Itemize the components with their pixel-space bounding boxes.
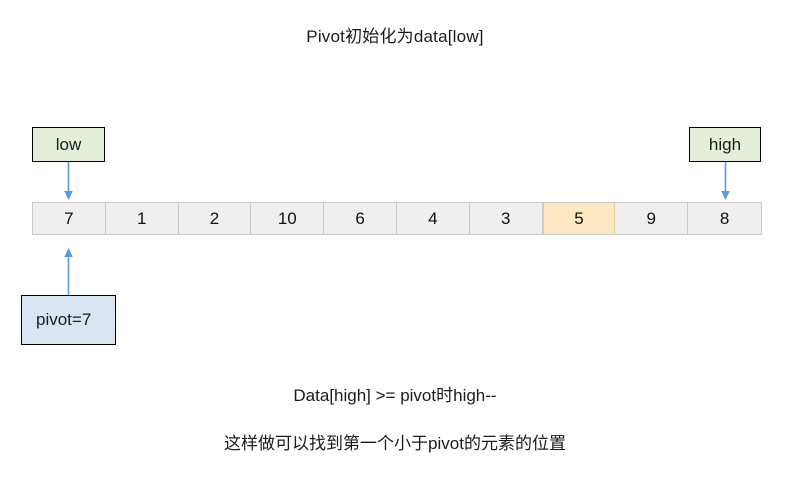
caption-explanation: 这样做可以找到第一个小于pivot的元素的位置 — [224, 434, 566, 453]
array-cell-value: 1 — [136, 208, 147, 228]
array-cell-value: 5 — [574, 208, 584, 228]
array-cell-value: 6 — [355, 208, 365, 228]
low-down-arrow-icon — [62, 162, 75, 202]
array-cell[interactable]: 9 — [615, 203, 689, 234]
diagram-canvas: Pivot初始化为data[low] low high 7 1 2 10 6 4… — [0, 0, 790, 500]
array-cell[interactable]: 1 — [105, 203, 179, 234]
array-cell[interactable]: 8 — [688, 203, 761, 234]
array-cell[interactable]: 3 — [469, 203, 543, 234]
array-cell-value: 7 — [64, 208, 74, 228]
high-down-arrow-icon — [719, 162, 732, 202]
pivot-value-box: pivot=7 — [21, 295, 116, 345]
low-pointer-box: low — [32, 127, 105, 162]
array-cell-highlighted[interactable]: 5 — [542, 203, 616, 234]
array-cell[interactable]: 4 — [396, 203, 470, 234]
diagram-title: Pivot初始化为data[low] — [306, 27, 484, 46]
array-cell-value: 4 — [428, 208, 438, 228]
low-pointer-label: low — [55, 134, 82, 154]
high-pointer-box: high — [689, 127, 761, 162]
array-cell[interactable]: 7 — [33, 203, 106, 234]
high-pointer-label: high — [708, 134, 742, 154]
caption-condition: Data[high] >= pivot时high-- — [293, 386, 497, 405]
array-cell-value: 10 — [277, 208, 297, 228]
array-cell[interactable]: 10 — [251, 203, 325, 234]
array-cell[interactable]: 6 — [324, 203, 397, 234]
pivot-value-label: pivot=7 — [36, 310, 92, 329]
array-cell-value: 8 — [719, 208, 730, 228]
array-cell-value: 9 — [646, 208, 656, 228]
array-cell[interactable]: 2 — [178, 203, 252, 234]
pivot-up-arrow-icon — [62, 248, 75, 296]
array-row: 7 1 2 10 6 4 3 5 9 8 — [32, 202, 762, 235]
array-cell-value: 2 — [209, 208, 220, 228]
array-cell-value: 3 — [500, 208, 511, 228]
